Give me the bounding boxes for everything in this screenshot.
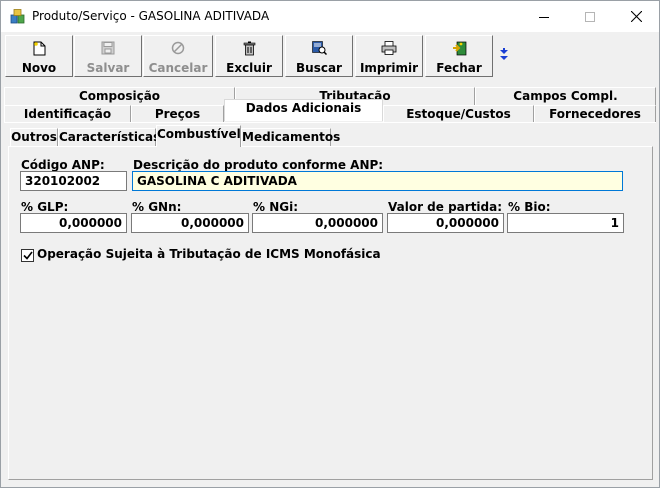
- bio-input[interactable]: 1: [507, 213, 624, 233]
- fechar-label: Fechar: [436, 61, 482, 75]
- window-title: Produto/Serviço - GASOLINA ADITIVADA: [32, 9, 270, 23]
- cancel-icon: [144, 41, 212, 56]
- tab-fornecedores[interactable]: Fornecedores: [534, 105, 656, 123]
- codigo-anp-input[interactable]: 320102002: [20, 171, 127, 191]
- exit-door-icon: [426, 41, 492, 56]
- novo-button[interactable]: Novo: [5, 35, 73, 77]
- window: Produto/Serviço - GASOLINA ADITIVADA Nov…: [0, 0, 660, 488]
- buscar-button[interactable]: Buscar: [285, 35, 353, 77]
- valor-partida-label: Valor de partida:: [388, 200, 503, 214]
- salvar-button[interactable]: Salvar: [74, 35, 142, 77]
- new-document-icon: [6, 41, 72, 56]
- printer-icon: [356, 41, 422, 56]
- search-binoculars-icon: [286, 41, 352, 56]
- tab-composicao[interactable]: Composição: [4, 87, 235, 105]
- double-arrow-down-icon: [500, 48, 508, 60]
- subtab-outros[interactable]: Outros: [10, 128, 58, 146]
- checkmark-icon: [22, 251, 33, 260]
- subtab-caracteristicas[interactable]: Características: [58, 128, 160, 146]
- toolbar: Novo Salvar Cancelar Excluir Buscar Impr…: [1, 32, 659, 79]
- excluir-label: Excluir: [226, 61, 272, 75]
- more-toolbar-button[interactable]: [497, 45, 511, 67]
- icms-mono-checkbox[interactable]: [21, 249, 34, 262]
- buscar-label: Buscar: [296, 61, 342, 75]
- close-icon: [630, 11, 642, 22]
- salvar-label: Salvar: [86, 61, 130, 75]
- excluir-button[interactable]: Excluir: [215, 35, 283, 77]
- minimize-icon: [539, 16, 549, 18]
- glp-label: % GLP:: [21, 200, 69, 214]
- subtab-combustivel[interactable]: Combustível: [156, 125, 241, 147]
- app-products-icon: [10, 9, 26, 24]
- tab-campos-compl[interactable]: Campos Compl.: [475, 87, 656, 105]
- tab-identificacao[interactable]: Identificação: [4, 105, 131, 123]
- save-disk-icon: [75, 41, 141, 56]
- fechar-button[interactable]: Fechar: [425, 35, 493, 77]
- gnn-label: % GNn:: [132, 200, 182, 214]
- subtab-medicamentos[interactable]: Medicamentos: [241, 128, 340, 146]
- trash-icon: [216, 41, 282, 56]
- close-button[interactable]: [613, 1, 659, 32]
- glp-input[interactable]: 0,000000: [20, 213, 127, 233]
- gnn-input[interactable]: 0,000000: [131, 213, 249, 233]
- cancelar-label: Cancelar: [148, 61, 208, 75]
- descricao-anp-label: Descrição do produto conforme ANP:: [133, 158, 384, 172]
- codigo-anp-label: Código ANP:: [21, 158, 105, 172]
- cancelar-button[interactable]: Cancelar: [143, 35, 213, 77]
- minimize-button[interactable]: [521, 1, 567, 32]
- maximize-icon: [585, 11, 595, 22]
- imprimir-button[interactable]: Imprimir: [355, 35, 423, 77]
- bio-label: % Bio:: [508, 200, 551, 214]
- tab-precos[interactable]: Preços: [131, 105, 224, 123]
- combustivel-panel: [8, 146, 653, 480]
- icms-mono-label[interactable]: Operação Sujeita à Tributação de ICMS Mo…: [37, 247, 381, 261]
- ngi-input[interactable]: 0,000000: [252, 213, 383, 233]
- maximize-button[interactable]: [567, 1, 613, 32]
- imprimir-label: Imprimir: [359, 61, 419, 75]
- tab-dados-adicionais[interactable]: Dados Adicionais: [224, 99, 383, 121]
- ngi-label: % NGi:: [253, 200, 299, 214]
- descricao-anp-input[interactable]: GASOLINA C ADITIVADA: [132, 171, 623, 191]
- valor-partida-input[interactable]: 0,000000: [387, 213, 504, 233]
- novo-label: Novo: [21, 61, 57, 75]
- title-bar[interactable]: Produto/Serviço - GASOLINA ADITIVADA: [1, 1, 659, 32]
- tab-estoque-custos[interactable]: Estoque/Custos: [383, 105, 534, 123]
